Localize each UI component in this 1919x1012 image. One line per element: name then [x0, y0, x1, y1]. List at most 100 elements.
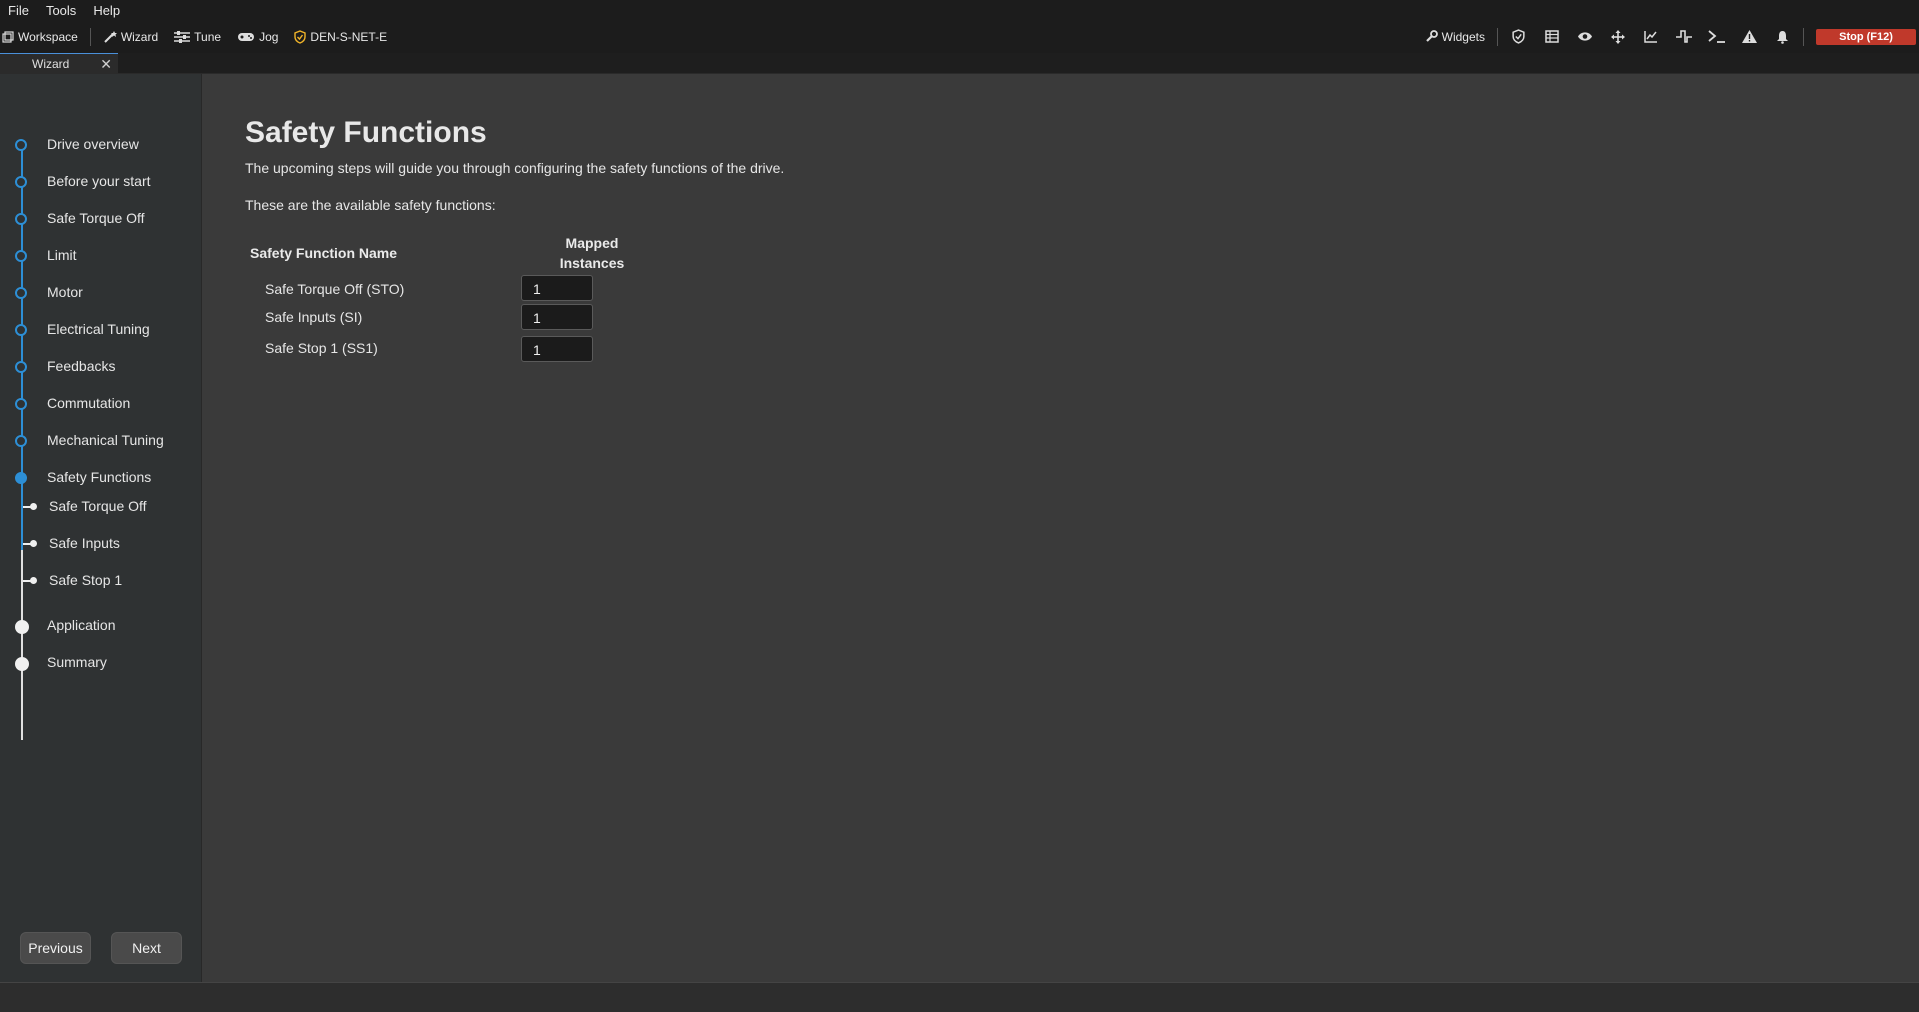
step-label: Summary	[47, 654, 107, 670]
warnings-button[interactable]	[1733, 20, 1766, 53]
device-label: DEN-S-NET-E	[310, 29, 388, 44]
notifications-button[interactable]	[1766, 20, 1799, 53]
menu-bar: File Tools Help	[0, 0, 1919, 20]
table-icon	[1544, 30, 1559, 43]
gamepad-icon	[238, 32, 255, 41]
step-label: Before your start	[47, 173, 151, 189]
monitor-button[interactable]	[1568, 20, 1601, 53]
step-label: Feedbacks	[47, 358, 116, 374]
step-application[interactable]: Application	[0, 615, 200, 637]
step-marker-pending	[15, 657, 29, 671]
move-icon	[1610, 29, 1625, 44]
shield-check-icon	[1512, 29, 1525, 44]
step-label: Application	[47, 617, 116, 633]
page-title: Safety Functions	[245, 116, 487, 149]
workspace-label: Workspace	[18, 29, 78, 44]
step-safe-torque-off[interactable]: Safe Torque Off	[0, 208, 200, 230]
toolbar-divider	[1803, 27, 1804, 46]
safety-status-button[interactable]	[1502, 20, 1535, 53]
jog-label: Jog	[259, 29, 279, 44]
safety-function-name: Safe Stop 1 (SS1)	[265, 340, 378, 356]
step-electrical-tuning[interactable]: Electrical Tuning	[0, 319, 200, 341]
step-marker	[15, 324, 27, 336]
tune-button[interactable]: Tune	[166, 20, 229, 53]
jog-button[interactable]: Jog	[229, 20, 286, 53]
mapped-instances-input[interactable]: 1	[521, 304, 593, 330]
chart-button[interactable]	[1634, 20, 1667, 53]
step-drive-overview[interactable]: Drive overview	[0, 134, 200, 156]
safety-function-name: Safe Torque Off (STO)	[265, 281, 405, 297]
substep-label: Safe Stop 1	[49, 572, 123, 588]
move-button[interactable]	[1601, 20, 1634, 53]
signal-icon	[1675, 30, 1692, 43]
wizard-sidebar: Drive overview Before your start Safe To…	[0, 74, 202, 982]
substep-safe-stop-1[interactable]: Safe Stop 1	[0, 570, 200, 592]
menu-tools[interactable]: Tools	[38, 3, 85, 18]
step-label: Electrical Tuning	[47, 321, 150, 337]
wrench-icon	[1425, 30, 1438, 42]
toolbar-divider	[1497, 27, 1498, 46]
chart-icon	[1643, 31, 1657, 43]
substep-safe-torque-off[interactable]: Safe Torque Off	[0, 496, 200, 518]
workspace-button[interactable]: Workspace	[0, 20, 86, 53]
terminal-icon	[1707, 30, 1725, 43]
signal-button[interactable]	[1667, 20, 1700, 53]
wizard-label: Wizard	[120, 29, 159, 44]
step-limit[interactable]: Limit	[0, 245, 200, 267]
step-commutation[interactable]: Commutation	[0, 393, 200, 415]
step-feedbacks[interactable]: Feedbacks	[0, 356, 200, 378]
safety-function-name: Safe Inputs (SI)	[265, 309, 363, 325]
close-icon[interactable]: ✕	[100, 56, 112, 73]
step-marker-current	[15, 472, 27, 484]
tab-wizard-label: Wizard	[32, 57, 70, 71]
terminal-button[interactable]	[1700, 20, 1733, 53]
step-marker	[15, 398, 27, 410]
step-summary[interactable]: Summary	[0, 652, 200, 674]
mapped-instances-input[interactable]: 1	[521, 336, 593, 362]
menu-help[interactable]: Help	[85, 3, 129, 18]
shield-check-icon	[294, 29, 307, 44]
previous-button[interactable]: Previous	[20, 932, 91, 964]
step-label: Safe Torque Off	[47, 210, 145, 226]
bell-icon	[1777, 30, 1788, 44]
step-mechanical-tuning[interactable]: Mechanical Tuning	[0, 430, 200, 452]
step-marker	[15, 361, 27, 373]
step-motor[interactable]: Motor	[0, 282, 200, 304]
eye-icon	[1577, 32, 1592, 41]
step-before-your-start[interactable]: Before your start	[0, 171, 200, 193]
step-label: Drive overview	[47, 136, 139, 152]
device-button[interactable]: DEN-S-NET-E	[286, 20, 395, 53]
column-header-name: Safety Function Name	[250, 245, 398, 261]
wizard-button[interactable]: Wizard	[95, 20, 166, 53]
step-label: Safety Functions	[47, 469, 152, 485]
step-marker	[15, 287, 27, 299]
next-button[interactable]: Next	[111, 932, 182, 964]
wand-icon	[104, 30, 117, 43]
step-marker	[15, 139, 27, 151]
stop-button[interactable]: Stop (F12)	[1816, 28, 1916, 45]
mapped-instances-input[interactable]: 1	[521, 275, 593, 301]
tab-wizard[interactable]: Wizard ✕	[0, 53, 118, 74]
column-header-instances-line1: Mapped	[565, 235, 619, 251]
step-marker	[15, 176, 27, 188]
step-label: Commutation	[47, 395, 131, 411]
step-label: Mechanical Tuning	[47, 432, 164, 448]
sliders-icon	[174, 30, 191, 43]
toolbar-divider	[89, 27, 91, 46]
step-marker	[15, 213, 27, 225]
menu-file[interactable]: File	[0, 3, 38, 18]
substep-marker	[30, 540, 37, 547]
available-text: These are the available safety functions…	[245, 197, 496, 213]
widgets-label: Widgets	[1441, 29, 1485, 44]
substep-marker	[30, 503, 37, 510]
widgets-button[interactable]: Widgets	[1417, 20, 1493, 53]
step-marker	[15, 435, 27, 447]
toolbar: Workspace Wizard Tune Jog DEN-S-NET-E Wi…	[0, 20, 1919, 53]
registers-button[interactable]	[1535, 20, 1568, 53]
status-bar	[0, 982, 1919, 1012]
step-safety-functions[interactable]: Safety Functions	[0, 467, 200, 489]
substep-safe-inputs[interactable]: Safe Inputs	[0, 533, 200, 555]
step-marker	[15, 250, 27, 262]
substep-label: Safe Inputs	[49, 535, 120, 551]
workspace-icon	[2, 30, 14, 43]
